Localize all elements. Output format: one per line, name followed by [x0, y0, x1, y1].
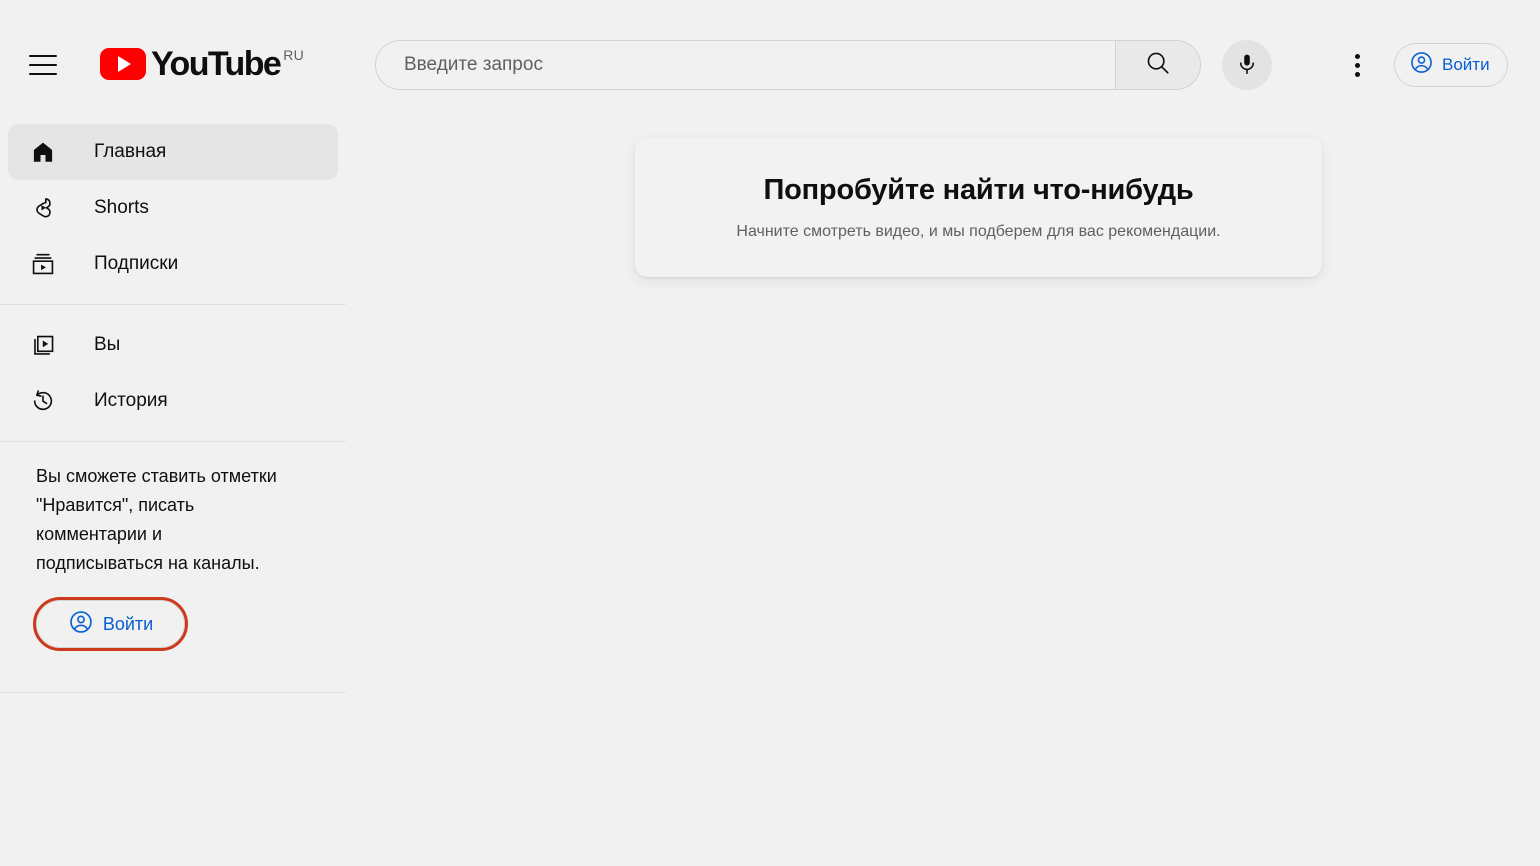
sidebar-item-you[interactable]: Вы — [8, 317, 338, 373]
empty-state-title: Попробуйте найти что-нибудь — [763, 174, 1194, 206]
main-content: Попробуйте найти что-нибудь Начните смот… — [346, 112, 1540, 866]
empty-state-subtitle: Начните смотреть видео, и мы подберем дл… — [736, 223, 1221, 240]
youtube-logo-country: RU — [283, 47, 305, 63]
sidebar-divider-3 — [0, 692, 346, 693]
empty-state-card: Попробуйте найти что-нибудь Начните смот… — [635, 138, 1322, 277]
hamburger-line — [29, 73, 57, 75]
header-signin-button[interactable]: Войти — [1394, 43, 1508, 87]
sidebar-item-shorts[interactable]: Shorts — [8, 180, 338, 236]
you-library-icon — [26, 332, 60, 358]
youtube-play-logo-icon — [100, 48, 146, 80]
search-input[interactable] — [404, 54, 1115, 76]
kebab-dot — [1354, 62, 1360, 68]
search-submit-button[interactable] — [1115, 40, 1201, 90]
home-icon — [26, 139, 60, 165]
hamburger-line — [29, 55, 57, 57]
subscriptions-icon — [26, 251, 60, 277]
sidebar-signin-label: Войти — [102, 613, 154, 634]
hamburger-menu-icon[interactable] — [22, 44, 64, 86]
account-circle-icon — [1409, 50, 1434, 80]
history-clock-icon — [26, 388, 60, 414]
youtube-logo[interactable]: YouTube RU — [100, 44, 304, 88]
search-bar — [375, 40, 1201, 90]
sidebar-signin-button[interactable]: Войти — [33, 597, 188, 651]
youtube-logo-text: YouTube — [151, 45, 282, 83]
sidebar-item-history[interactable]: История — [8, 373, 338, 429]
header-signin-label: Войти — [1442, 55, 1490, 74]
sidebar-item-label: История — [94, 390, 168, 411]
kebab-dot — [1354, 71, 1360, 77]
sidebar-primary-section: Главная Shorts Подписки — [0, 112, 346, 292]
sidebar-promo-text: Вы сможете ставить отметки "Нравится", п… — [36, 466, 277, 573]
sidebar-signin-promo: Вы сможете ставить отметки "Нравится", п… — [0, 442, 346, 651]
more-vertical-icon[interactable] — [1335, 43, 1379, 87]
voice-search-button[interactable] — [1222, 40, 1272, 90]
kebab-dot — [1354, 53, 1360, 59]
search-icon — [1145, 50, 1171, 81]
shorts-icon — [26, 195, 60, 221]
hamburger-line — [29, 64, 57, 66]
sidebar-item-label: Главная — [94, 141, 167, 162]
sidebar-item-subscriptions[interactable]: Подписки — [8, 236, 338, 292]
sidebar-item-label: Вы — [94, 334, 121, 355]
microphone-icon — [1235, 52, 1259, 79]
sidebar-secondary-section: Вы История — [0, 305, 346, 429]
sidebar-item-home[interactable]: Главная — [8, 124, 338, 180]
sidebar-item-label: Shorts — [94, 197, 149, 218]
search-input-container[interactable] — [375, 40, 1115, 90]
sidebar-item-label: Подписки — [94, 253, 179, 274]
account-circle-icon — [68, 609, 94, 640]
sidebar-navigation: Главная Shorts Подписки Вы История Вы см… — [0, 112, 346, 866]
masthead-header: YouTube RU Введите запрос Войти — [0, 0, 1540, 112]
